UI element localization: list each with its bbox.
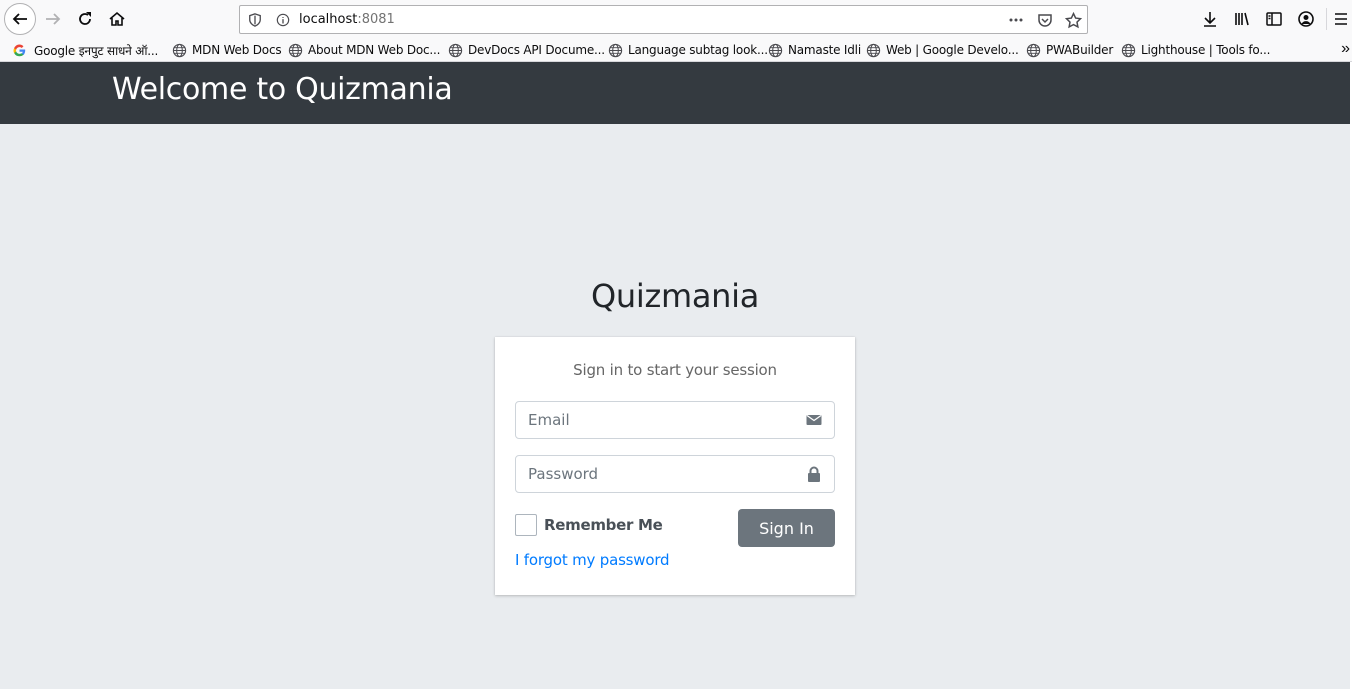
bookmark-item[interactable]: DevDocs API Docume... [448, 41, 605, 59]
login-page: Quizmania Sign in to start your session … [0, 124, 1350, 689]
globe-icon [768, 43, 783, 57]
envelope-icon [806, 415, 822, 425]
address-bar[interactable]: localhost:8081 [239, 5, 1088, 34]
bookmark-label: MDN Web Docs [192, 43, 282, 57]
arrow-right-icon [46, 13, 61, 25]
forward-button[interactable] [38, 4, 68, 34]
reload-icon [79, 12, 91, 25]
reload-button[interactable] [70, 4, 100, 34]
bookmark-label: Web | Google Develo... [886, 43, 1019, 57]
library-button[interactable] [1227, 4, 1257, 34]
globe-icon [288, 43, 303, 57]
bookmarks-toolbar: Google इनपुट साधने ऑ... MDN Web Docs Abo… [0, 38, 1352, 62]
bookmark-item[interactable]: Language subtag look... [608, 41, 768, 59]
bookmark-label: Google इनपुट साधने ऑ... [34, 43, 159, 58]
bookmark-star-icon[interactable] [1064, 11, 1082, 29]
globe-icon [1121, 43, 1136, 57]
sidebar-button[interactable] [1259, 4, 1289, 34]
globe-icon [172, 43, 187, 57]
password-field[interactable] [515, 455, 835, 493]
login-card: Sign in to start your session Remember M… [495, 337, 855, 595]
account-icon [1298, 11, 1314, 27]
account-button[interactable] [1291, 4, 1321, 34]
lock-icon [808, 466, 820, 482]
email-input[interactable] [528, 402, 798, 438]
forgot-password-link[interactable]: I forgot my password [515, 551, 670, 569]
url-text: localhost:8081 [299, 12, 395, 27]
top-navbar: Welcome to Quizmania [0, 62, 1350, 124]
back-button[interactable] [4, 3, 36, 35]
remember-me[interactable]: Remember Me [515, 514, 663, 536]
toolbar-separator [1326, 8, 1327, 30]
bookmark-label: DevDocs API Docume... [468, 43, 605, 57]
bookmarks-overflow-button[interactable]: » [1341, 40, 1350, 58]
home-button[interactable] [102, 4, 132, 34]
bookmark-item[interactable]: Namaste Idli [768, 41, 861, 59]
library-icon [1235, 12, 1249, 26]
email-field[interactable] [515, 401, 835, 439]
globe-icon [866, 43, 881, 57]
password-input[interactable] [528, 456, 798, 492]
bookmark-label: Language subtag look... [628, 43, 768, 57]
info-icon[interactable] [274, 11, 292, 29]
sidebar-icon [1266, 12, 1282, 26]
remember-checkbox[interactable] [515, 514, 537, 536]
remember-label[interactable]: Remember Me [544, 516, 663, 534]
google-icon [13, 44, 26, 56]
browser-toolbar: localhost:8081 [0, 0, 1352, 38]
globe-icon [608, 43, 623, 57]
bookmark-item[interactable]: Lighthouse | Tools fo... [1121, 41, 1270, 59]
bookmark-item[interactable]: Google इनपुट साधने ऑ... [13, 41, 158, 59]
login-logo: Quizmania [590, 277, 760, 315]
menu-button[interactable] [1331, 4, 1351, 34]
bookmark-item[interactable]: PWABuilder [1026, 41, 1113, 59]
navbar-brand[interactable]: Welcome to Quizmania [112, 72, 453, 107]
arrow-left-icon [12, 13, 27, 25]
downloads-button[interactable] [1195, 4, 1225, 34]
hamburger-icon [1335, 13, 1347, 25]
download-icon [1204, 12, 1216, 27]
home-icon [109, 11, 125, 26]
bookmark-item[interactable]: About MDN Web Doc... [288, 41, 440, 59]
bookmark-item[interactable]: Web | Google Develo... [866, 41, 1019, 59]
shield-icon[interactable] [246, 11, 264, 29]
globe-icon [448, 43, 463, 57]
bookmark-item[interactable]: MDN Web Docs [172, 41, 282, 59]
bookmark-label: About MDN Web Doc... [308, 43, 441, 57]
pocket-icon[interactable] [1036, 11, 1054, 29]
bookmark-label: Namaste Idli [788, 43, 861, 57]
globe-icon [1026, 43, 1041, 57]
more-actions-icon[interactable] [1007, 11, 1025, 29]
bookmark-label: PWABuilder [1046, 43, 1114, 57]
bookmark-label: Lighthouse | Tools fo... [1141, 43, 1271, 57]
login-box-message: Sign in to start your session [573, 361, 777, 379]
sign-in-button[interactable]: Sign In [738, 509, 835, 547]
